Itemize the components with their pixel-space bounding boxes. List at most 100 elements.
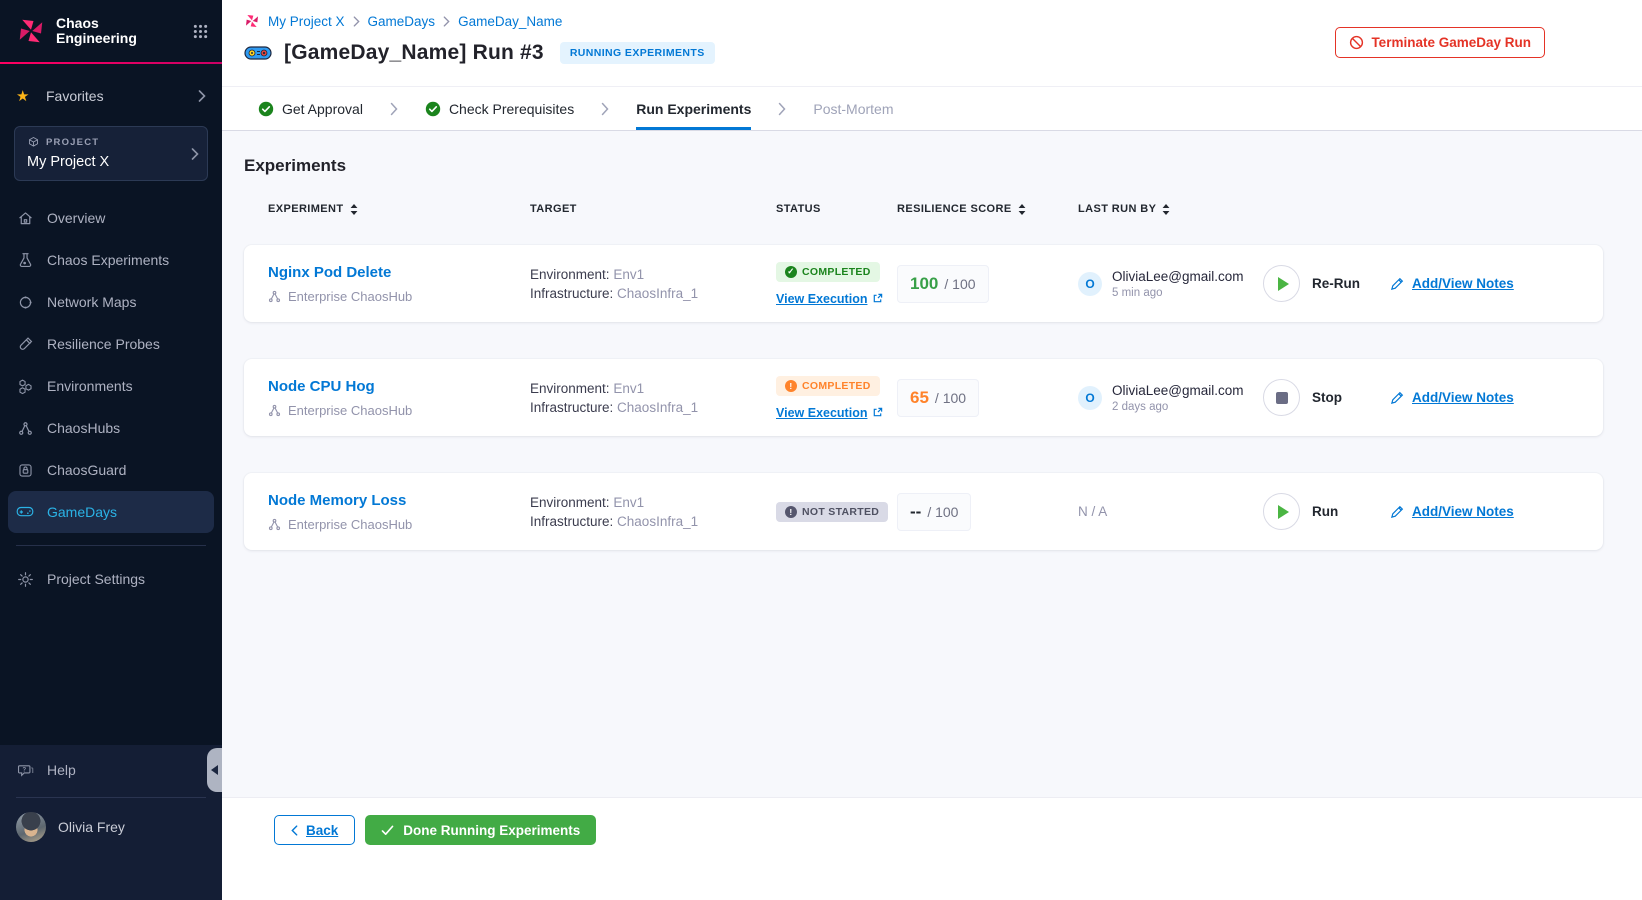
sidebar-item-network-maps[interactable]: Network Maps bbox=[0, 281, 222, 323]
sidebar-item-overview[interactable]: Overview bbox=[0, 197, 222, 239]
add-view-notes-link[interactable]: Add/View Notes bbox=[1390, 504, 1579, 519]
chevron-right-icon bbox=[390, 87, 398, 130]
sidebar-item-resilience-probes[interactable]: Resilience Probes bbox=[0, 323, 222, 365]
sidebar: Chaos Engineering ★ Favorites PROJECT My… bbox=[0, 0, 222, 900]
status-badge: ! COMPLETED bbox=[776, 375, 880, 396]
sort-icon bbox=[1162, 203, 1170, 215]
chevron-right-icon bbox=[198, 90, 206, 102]
last-run-by-cell: N / A bbox=[1078, 504, 1263, 519]
experiment-cell: Node Memory Loss Enterprise ChaosHub bbox=[268, 492, 530, 532]
flask-icon bbox=[16, 252, 34, 269]
warning-circle-icon: ! bbox=[785, 379, 797, 392]
score-box: 65 / 100 bbox=[897, 378, 980, 417]
sort-icon bbox=[1018, 203, 1026, 215]
experiment-cell: Node CPU Hog Enterprise ChaosHub bbox=[268, 378, 530, 418]
sort-icon bbox=[350, 203, 358, 215]
check-icon bbox=[381, 825, 394, 836]
app-grid-icon[interactable] bbox=[193, 24, 208, 39]
score-value: 65 bbox=[910, 387, 929, 407]
hub-label: Enterprise ChaosHub bbox=[288, 288, 413, 304]
gamepad-color-icon bbox=[244, 44, 272, 62]
column-header-experiment[interactable]: EXPERIMENT bbox=[268, 203, 530, 215]
breadcrumb-gameday-name-link[interactable]: GameDay_Name bbox=[458, 14, 562, 29]
rerun-label[interactable]: Re-Run bbox=[1312, 276, 1360, 291]
column-header-resilience-score[interactable]: RESILIENCE SCORE bbox=[897, 203, 1078, 215]
sidebar-item-chaosguard[interactable]: ChaosGuard bbox=[0, 449, 222, 491]
user-menu[interactable]: Olivia Frey bbox=[0, 804, 222, 850]
last-run-time: 5 min ago bbox=[1112, 286, 1163, 299]
sidebar-item-chaoshubs[interactable]: ChaosHubs bbox=[0, 407, 222, 449]
user-avatar bbox=[16, 812, 46, 842]
target-infra-label: Infrastructure: bbox=[530, 399, 614, 415]
status-cell: ! NOT STARTED bbox=[776, 501, 897, 522]
help-chat-icon: ? bbox=[16, 762, 34, 779]
breadcrumb-project-link[interactable]: My Project X bbox=[268, 14, 345, 29]
experiments-table: Nginx Pod Delete Enterprise ChaosHub Env… bbox=[244, 245, 1603, 550]
home-icon bbox=[16, 210, 34, 227]
sidebar-item-chaos-experiments[interactable]: Chaos Experiments bbox=[0, 239, 222, 281]
check-circle-icon: ✓ bbox=[785, 265, 797, 278]
score-max: / 100 bbox=[944, 275, 976, 292]
step-get-approval[interactable]: Get Approval bbox=[258, 87, 363, 130]
sidebar-item-favorites[interactable]: ★ Favorites bbox=[0, 74, 222, 118]
sidebar-header: Chaos Engineering bbox=[0, 0, 222, 62]
page-header: My Project X GameDays GameDay_Name [Game… bbox=[222, 0, 1642, 86]
breadcrumb-gamedays-link[interactable]: GameDays bbox=[368, 14, 436, 29]
gameday-stepper: Get Approval Check Prerequisites Run Exp… bbox=[222, 86, 1642, 131]
run-label[interactable]: Run bbox=[1312, 504, 1338, 519]
network-map-icon bbox=[16, 294, 34, 311]
chaos-logo-small-icon bbox=[244, 13, 260, 29]
rerun-play-button[interactable] bbox=[1263, 265, 1300, 302]
column-header-status: STATUS bbox=[776, 203, 821, 215]
score-value: 100 bbox=[910, 273, 939, 293]
project-selector[interactable]: PROJECT My Project X bbox=[14, 126, 208, 181]
column-header-last-run-by[interactable]: LAST RUN BY bbox=[1078, 203, 1263, 215]
last-run-by-cell: O OliviaLee@gmail.com 2 days ago bbox=[1078, 383, 1263, 413]
column-header-target: TARGET bbox=[530, 203, 577, 215]
hub-label: Enterprise ChaosHub bbox=[288, 402, 413, 418]
target-cell: Environment: Env1 Infrastructure: ChaosI… bbox=[530, 379, 776, 417]
run-action-cell: Run bbox=[1263, 493, 1390, 530]
main-area: My Project X GameDays GameDay_Name [Game… bbox=[222, 0, 1642, 900]
score-max: / 100 bbox=[927, 503, 959, 520]
probe-icon bbox=[16, 336, 34, 353]
collapse-left-icon bbox=[211, 765, 218, 775]
sidebar-item-project-settings[interactable]: Project Settings bbox=[0, 558, 222, 600]
project-label: PROJECT bbox=[46, 137, 100, 148]
score-max: / 100 bbox=[934, 389, 967, 406]
stop-label[interactable]: Stop bbox=[1312, 390, 1342, 405]
target-infra-label: Infrastructure: bbox=[530, 513, 614, 529]
run-play-button[interactable] bbox=[1263, 493, 1300, 530]
back-button[interactable]: Back bbox=[274, 815, 356, 845]
table-header: EXPERIMENT TARGET STATUS RESILIENCE SCOR… bbox=[244, 203, 1603, 215]
last-run-email: OliviaLee@gmail.com bbox=[1112, 268, 1244, 284]
stop-button[interactable] bbox=[1263, 379, 1300, 416]
experiment-name-link[interactable]: Node Memory Loss bbox=[268, 492, 530, 509]
target-env-value: Env1 bbox=[613, 494, 645, 510]
hub-icon bbox=[16, 420, 34, 437]
sidebar-nav: Overview Chaos Experiments Network Maps … bbox=[0, 197, 222, 533]
sidebar-item-gamedays[interactable]: GameDays bbox=[8, 491, 214, 533]
done-running-experiments-button[interactable]: Done Running Experiments bbox=[365, 815, 597, 845]
sidebar-item-environments[interactable]: Environments bbox=[0, 365, 222, 407]
experiment-name-link[interactable]: Node CPU Hog bbox=[268, 378, 530, 395]
user-initial-avatar: O bbox=[1078, 385, 1102, 410]
chevron-right-icon bbox=[443, 15, 450, 27]
terminate-gameday-run-button[interactable]: Terminate GameDay Run bbox=[1335, 27, 1545, 58]
score-box: -- / 100 bbox=[897, 492, 972, 531]
experiment-name-link[interactable]: Nginx Pod Delete bbox=[268, 264, 530, 281]
step-check-prerequisites[interactable]: Check Prerequisites bbox=[425, 87, 574, 130]
view-execution-link[interactable]: View Execution bbox=[776, 292, 897, 306]
circle-slash-icon bbox=[1349, 35, 1364, 50]
step-post-mortem[interactable]: Post-Mortem bbox=[813, 87, 893, 130]
step-run-experiments[interactable]: Run Experiments bbox=[636, 87, 752, 130]
add-view-notes-link[interactable]: Add/View Notes bbox=[1390, 390, 1579, 405]
view-execution-link[interactable]: View Execution bbox=[776, 406, 897, 420]
sidebar-item-help[interactable]: ? Help bbox=[0, 747, 222, 793]
run-action-cell: Re-Run bbox=[1263, 265, 1390, 302]
sidebar-collapse-handle[interactable] bbox=[207, 748, 222, 792]
table-row: Node Memory Loss Enterprise ChaosHub Env… bbox=[244, 473, 1603, 550]
hub-label: Enterprise ChaosHub bbox=[288, 516, 413, 532]
add-view-notes-link[interactable]: Add/View Notes bbox=[1390, 276, 1579, 291]
lock-icon bbox=[16, 462, 34, 479]
